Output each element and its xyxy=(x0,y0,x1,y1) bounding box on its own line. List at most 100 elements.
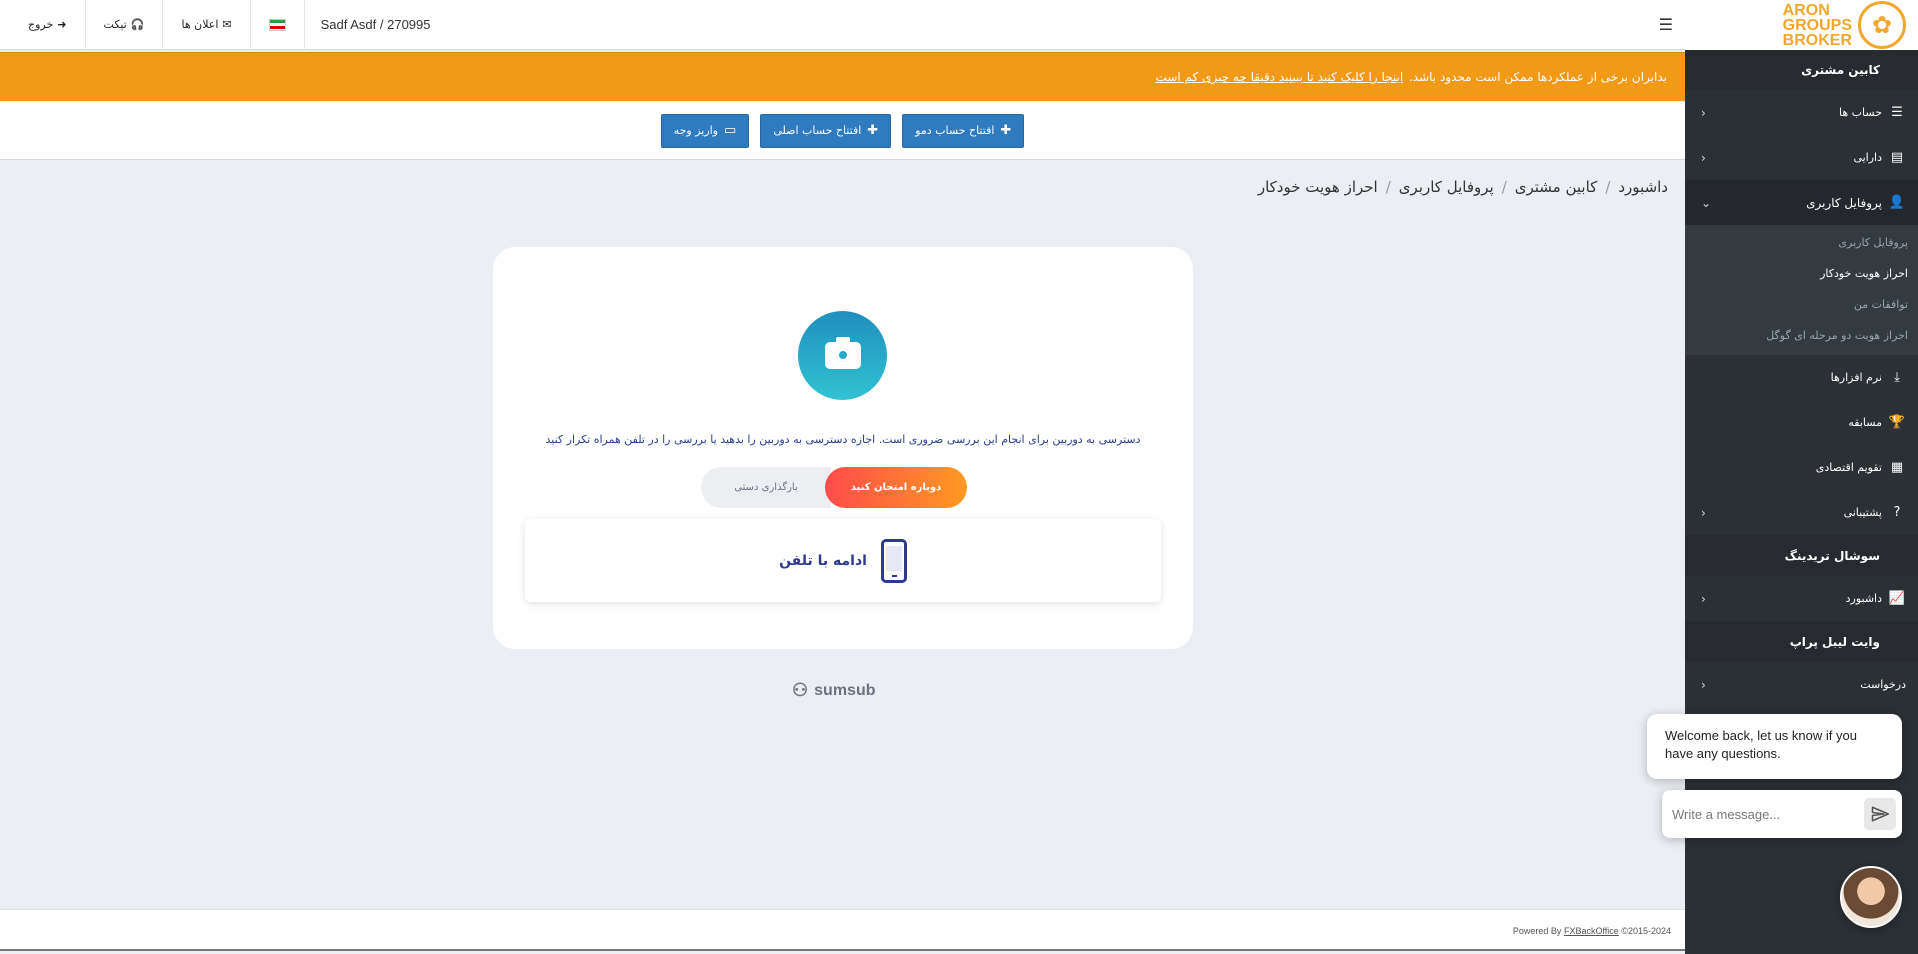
language-selector[interactable] xyxy=(251,0,305,50)
logout-label: خروج xyxy=(28,18,54,31)
chevron-left-icon: ‹ xyxy=(1701,505,1706,520)
manual-upload-button[interactable]: بارگذاری دستی xyxy=(701,467,831,508)
copyright-text: ©2015-2024 xyxy=(1621,926,1671,936)
sumsub-label: sumsub xyxy=(814,681,876,699)
hamburger-menu-icon[interactable]: ☰ xyxy=(1647,15,1685,34)
sidebar-item-economic-calendar[interactable]: ▦ تقویم اقتصادی xyxy=(1685,445,1918,490)
breadcrumb-user-profile[interactable]: پروفایل کاربری xyxy=(1399,178,1494,196)
logo-text: ARON GROUPS BROKER xyxy=(1782,1,1852,49)
open-demo-account-button[interactable]: ✚ افتتاح حساب دمو xyxy=(902,113,1025,148)
logout-icon: ➜ xyxy=(57,18,67,31)
sidebar-item-label: حساب ها xyxy=(1839,106,1882,119)
profile-submenu: پروفایل کاربری احراز هویت خودکار توافقات… xyxy=(1685,225,1918,355)
sidebar-item-social-dashboard[interactable]: 📈 داشبورد ‹ xyxy=(1685,576,1918,621)
deposit-label: واریز وجه xyxy=(673,124,719,137)
breadcrumb: داشبورد / کابین مشتری / پروفایل کاربری /… xyxy=(1258,178,1668,196)
logo-emblem-icon: ✿ xyxy=(1858,1,1906,49)
sidebar-item-request[interactable]: درخواست ‹ xyxy=(1685,662,1918,707)
chat-agent-avatar[interactable] xyxy=(1840,866,1902,928)
chevron-left-icon: ‹ xyxy=(1701,677,1706,692)
limited-features-banner: بدایران برخی از عملکردها ممکن است محدود … xyxy=(0,52,1685,101)
breadcrumb-separator: / xyxy=(1385,178,1391,196)
user-icon: 👤 xyxy=(1888,195,1906,210)
continue-on-phone-label: ادامه با تلفن xyxy=(779,552,867,569)
chevron-down-icon: ⌄ xyxy=(1701,195,1712,210)
bottom-divider xyxy=(0,949,1685,954)
breadcrumb-auto-verification: احراز هویت خودکار xyxy=(1257,178,1378,196)
chart-icon: 📈 xyxy=(1888,591,1906,606)
logo-line-1: ARON xyxy=(1782,1,1830,19)
open-real-account-button[interactable]: ✚ افتتاح حساب اصلی xyxy=(760,113,892,148)
sidebar-item-label: داشبورد xyxy=(1845,592,1882,605)
deposit-button[interactable]: ▭ واریز وجه xyxy=(660,113,750,148)
breadcrumb-client-cabin[interactable]: کابین مشتری xyxy=(1515,178,1598,196)
mobile-phone-icon xyxy=(880,538,907,583)
open-real-account-label: افتتاح حساب اصلی xyxy=(773,124,862,137)
sidebar-item-software[interactable]: ⤓ نرم افزارها xyxy=(1685,355,1918,400)
logout-button[interactable]: ➜ خروج xyxy=(0,0,86,50)
submenu-item-google-2fa[interactable]: احراز هویت دو مرحله ای گوگل xyxy=(1685,320,1918,351)
notifications-label: اعلان ها xyxy=(181,18,219,31)
chat-message-input[interactable] xyxy=(1672,806,1864,822)
wallet-icon: ▤ xyxy=(1890,150,1904,165)
envelope-icon: ✉ xyxy=(222,18,232,31)
sidebar-item-label: پروفایل کاربری xyxy=(1806,195,1882,210)
question-icon: ? xyxy=(1893,505,1901,520)
sidebar-section-white-label: وایت لیبل پراپ xyxy=(1685,621,1918,662)
sidebar-item-support[interactable]: ? پشتیبانی ‹ xyxy=(1685,490,1918,535)
sidebar-item-accounts[interactable]: ☰ حساب ها ‹ xyxy=(1685,90,1918,135)
chevron-left-icon: ‹ xyxy=(1701,150,1706,165)
top-bar: ➜ خروج 🎧 تیکت ✉ اعلان ها Sadf Asdf / 270… xyxy=(0,0,1685,50)
logo-line-2: GROUPS xyxy=(1782,16,1852,34)
chat-message-box xyxy=(1662,790,1902,838)
open-demo-account-label: افتتاح حساب دمو xyxy=(915,124,995,137)
sidebar-section-social-trading: سوشال تریدینگ xyxy=(1685,535,1918,576)
credit-card-icon: ▭ xyxy=(724,123,737,138)
footer-text: Powered By FXBackOffice ©2015-2024 xyxy=(1513,926,1671,936)
plus-icon: ✚ xyxy=(867,123,879,138)
sidebar-item-label: تقویم اقتصادی xyxy=(1815,461,1882,474)
headset-icon: 🎧 xyxy=(130,18,145,31)
powered-by-prefix: Powered By xyxy=(1512,926,1562,936)
sidebar-section-client-cabin: کابین مشتری xyxy=(1685,50,1918,90)
submenu-item-auto-verification[interactable]: احراز هویت خودکار xyxy=(1685,258,1918,289)
send-icon[interactable] xyxy=(1864,798,1896,830)
warning-text: بدایران برخی از عملکردها ممکن است محدود … xyxy=(1408,70,1667,84)
ticket-label: تیکت xyxy=(103,18,127,31)
iran-flag-icon xyxy=(268,18,286,31)
breadcrumb-dashboard[interactable]: داشبورد xyxy=(1618,178,1668,196)
camera-access-message: دسترسی به دوربین برای انجام این بررسی ضر… xyxy=(545,433,1141,446)
sidebar-item-contest[interactable]: 🏆 مسابقه xyxy=(1685,400,1918,445)
sumsub-mark-icon: ⚇ xyxy=(792,680,809,700)
fxbackoffice-link[interactable]: FXBackOffice xyxy=(1564,926,1619,936)
continue-on-phone-button[interactable]: ادامه با تلفن xyxy=(525,519,1161,602)
trophy-icon: 🏆 xyxy=(1888,415,1906,430)
sumsub-logo: ⚇ sumsub xyxy=(792,680,875,701)
breadcrumb-separator: / xyxy=(1501,178,1507,196)
chat-welcome-bubble: Welcome back, let us know if you have an… xyxy=(1647,714,1902,779)
retry-button[interactable]: دوباره امتحان کنید xyxy=(825,467,967,508)
aron-groups-logo[interactable]: ✿ ARON GROUPS BROKER xyxy=(1685,0,1918,50)
submenu-item-my-agreements[interactable]: توافقات من xyxy=(1685,289,1918,320)
ticket-button[interactable]: 🎧 تیکت xyxy=(86,0,164,50)
sidebar-item-assets[interactable]: ▤ دارایی ‹ xyxy=(1685,135,1918,180)
logo-line-3: BROKER xyxy=(1782,31,1852,49)
notifications-button[interactable]: ✉ اعلان ها xyxy=(163,0,251,50)
list-icon: ☰ xyxy=(1891,105,1903,120)
submenu-item-user-profile[interactable]: پروفایل کاربری xyxy=(1685,227,1918,258)
plus-icon: ✚ xyxy=(1000,123,1012,138)
sidebar-item-label: درخواست xyxy=(1860,678,1906,691)
verification-card: دسترسی به دوربین برای انجام این بررسی ضر… xyxy=(493,247,1193,649)
sidebar-item-label: دارایی xyxy=(1853,151,1882,164)
action-bar: ✚ افتتاح حساب دمو ✚ افتتاح حساب اصلی ▭ و… xyxy=(0,102,1685,160)
warning-link[interactable]: اینجا را کلیک کنید تا ببینید دقیقا چه چی… xyxy=(1156,70,1404,84)
breadcrumb-separator: / xyxy=(1605,178,1611,196)
sidebar-item-user-profile[interactable]: 👤 پروفایل کاربری ⌄ xyxy=(1685,180,1918,225)
chevron-left-icon: ‹ xyxy=(1701,105,1706,120)
user-account-label: Sadf Asdf / 270995 xyxy=(320,17,431,32)
sidebar-item-label: نرم افزارها xyxy=(1830,371,1882,384)
camera-icon xyxy=(798,311,887,400)
sidebar-item-label: پشتیبانی xyxy=(1843,506,1882,519)
calendar-icon: ▦ xyxy=(1890,460,1904,475)
sidebar-item-label: مسابقه xyxy=(1848,416,1882,429)
